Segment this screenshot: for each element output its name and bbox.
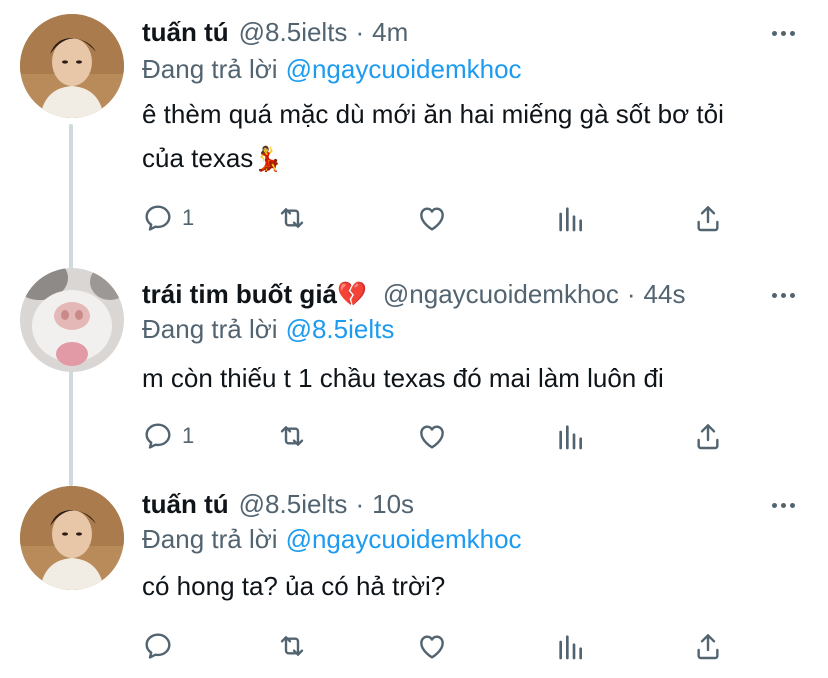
analytics-button[interactable]	[554, 200, 586, 236]
dancer-emoji: 💃	[253, 146, 284, 173]
share-button[interactable]	[692, 628, 724, 664]
reply-icon	[142, 202, 174, 234]
display-name[interactable]: tuấn tú	[142, 17, 229, 48]
share-button[interactable]	[692, 200, 724, 236]
username-handle[interactable]: @8.5ielts	[239, 17, 348, 48]
action-bar: 1	[142, 200, 742, 236]
replying-to: Đang trả lời @ngaycuoidemkhoc	[142, 54, 522, 85]
reply-icon	[142, 420, 174, 452]
avatar[interactable]	[20, 14, 124, 118]
display-name[interactable]: trái tim buốt giá	[142, 279, 337, 310]
replying-label: Đang trả lời	[142, 314, 278, 344]
tweet-text-line: của texas💃	[142, 136, 802, 182]
timestamp[interactable]: 10s	[372, 489, 414, 520]
share-button[interactable]	[692, 418, 724, 454]
separator-dot: ·	[355, 488, 365, 519]
username-handle[interactable]: @ngaycuoidemkhoc	[383, 279, 619, 310]
avatar[interactable]	[20, 486, 124, 590]
separator-dot: ·	[626, 278, 636, 309]
tweet-1[interactable]: tuấn tú @8.5ielts · 4m Đang trả lời @ngay…	[0, 0, 828, 250]
tweet-header: trái tim buốt giá 💔 @ngaycuoidemkhoc · 44…	[142, 276, 788, 312]
tweet-text: m còn thiếu t 1 chầu texas đó mai làm lu…	[142, 356, 802, 400]
like-button[interactable]	[416, 200, 448, 236]
more-icon[interactable]	[768, 490, 798, 520]
tweet-text-line: có hong ta? ủa có hả trời?	[142, 571, 446, 601]
replying-to: Đang trả lời @ngaycuoidemkhoc	[142, 524, 522, 555]
analytics-icon	[554, 630, 586, 662]
like-icon	[416, 630, 448, 662]
replying-to: Đang trả lời @8.5ielts	[142, 314, 394, 345]
analytics-button[interactable]	[554, 418, 586, 454]
tweet-text: ê thèm quá mặc dù mới ăn hai miếng gà số…	[142, 92, 802, 182]
reply-count: 1	[182, 423, 195, 448]
retweet-icon	[276, 420, 308, 452]
reply-button[interactable]: 1	[142, 200, 194, 236]
tweet-header: tuấn tú @8.5ielts · 10s	[142, 486, 788, 522]
tweet-text-line: m còn thiếu t 1 chầu texas đó mai làm lu…	[142, 363, 664, 393]
analytics-icon	[554, 420, 586, 452]
avatar[interactable]	[20, 268, 124, 372]
mention-link[interactable]: @8.5ielts	[286, 314, 395, 344]
retweet-icon	[276, 630, 308, 662]
reply-button[interactable]: 1	[142, 418, 194, 454]
retweet-button[interactable]	[276, 200, 308, 236]
retweet-button[interactable]	[276, 418, 308, 454]
reply-icon	[142, 630, 174, 662]
share-icon	[692, 202, 724, 234]
display-name[interactable]: tuấn tú	[142, 489, 229, 520]
retweet-button[interactable]	[276, 628, 308, 664]
tweet-text-line: ê thèm quá mặc dù mới ăn hai miếng gà số…	[142, 99, 724, 129]
analytics-icon	[554, 202, 586, 234]
username-handle[interactable]: @8.5ielts	[239, 489, 348, 520]
retweet-icon	[276, 202, 308, 234]
broken-heart-emoji: 💔	[337, 280, 367, 308]
tweet-text: có hong ta? ủa có hả trời?	[142, 564, 802, 608]
like-button[interactable]	[416, 628, 448, 664]
action-bar: 1	[142, 418, 742, 454]
mention-link[interactable]: @ngaycuoidemkhoc	[286, 54, 522, 84]
share-icon	[692, 630, 724, 662]
like-icon	[416, 420, 448, 452]
more-icon[interactable]	[768, 18, 798, 48]
tweet-3[interactable]: tuấn tú @8.5ielts · 10s Đang trả lời @nga…	[0, 476, 828, 678]
replying-label: Đang trả lời	[142, 524, 278, 554]
more-icon[interactable]	[768, 280, 798, 310]
like-icon	[416, 202, 448, 234]
replying-label: Đang trả lời	[142, 54, 278, 84]
timestamp[interactable]: 4m	[372, 17, 408, 48]
timestamp[interactable]: 44s	[644, 279, 686, 310]
tweet-2[interactable]: trái tim buốt giá 💔 @ngaycuoidemkhoc · 44…	[0, 262, 828, 476]
analytics-button[interactable]	[554, 628, 586, 664]
action-bar	[142, 628, 742, 664]
separator-dot: ·	[355, 16, 365, 47]
tweet-text-segment: của texas	[142, 143, 254, 173]
reply-button[interactable]	[142, 628, 182, 664]
like-button[interactable]	[416, 418, 448, 454]
tweet-header: tuấn tú @8.5ielts · 4m	[142, 14, 788, 50]
share-icon	[692, 420, 724, 452]
reply-count: 1	[182, 205, 195, 230]
mention-link[interactable]: @ngaycuoidemkhoc	[286, 524, 522, 554]
